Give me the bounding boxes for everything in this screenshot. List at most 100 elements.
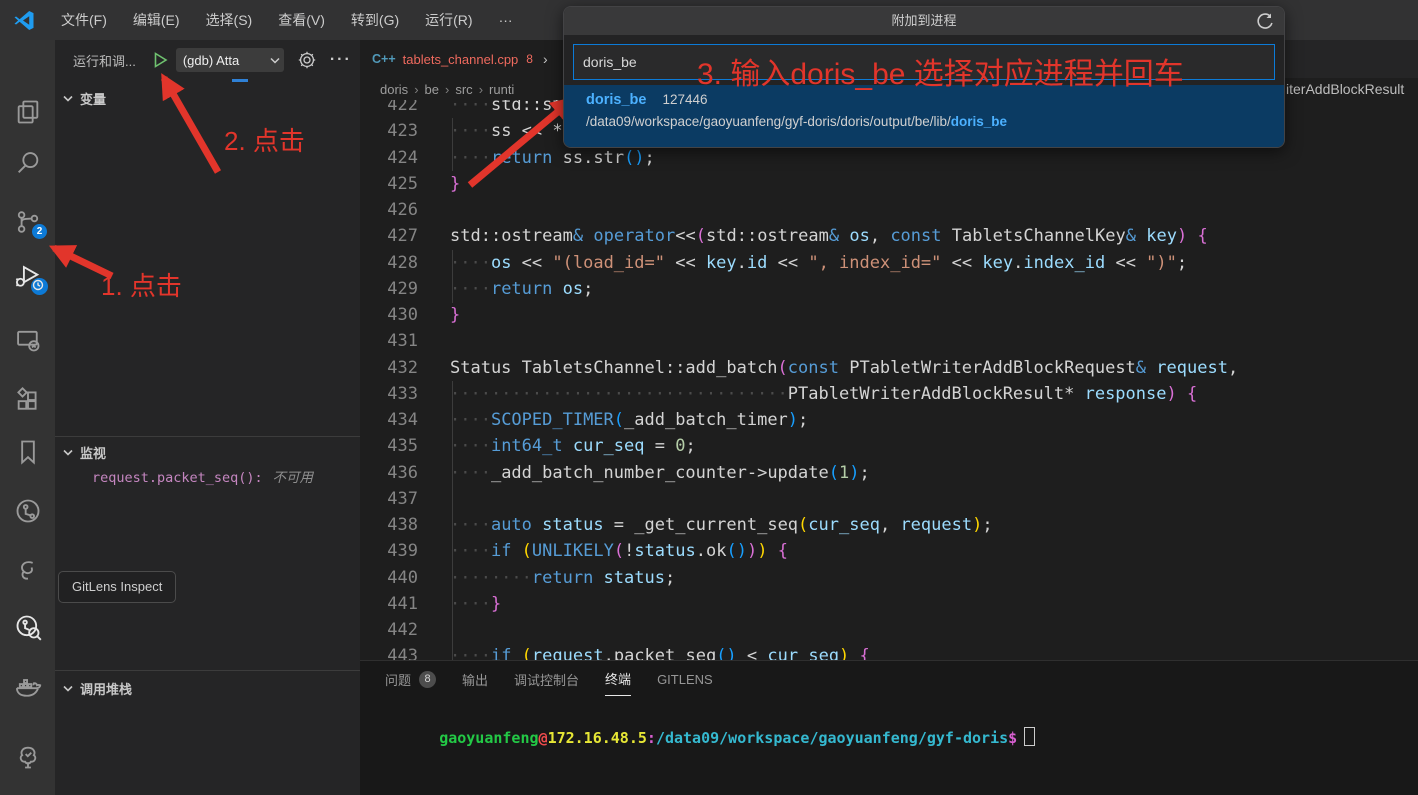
process-pid: 127446 [662,92,707,107]
extensions-icon[interactable] [14,386,42,414]
source-control-icon[interactable]: 2 [14,208,42,236]
breadcrumb-item[interactable]: be [425,82,439,97]
panel-tab-label: GITLENS [657,672,713,687]
code-token: ; [1177,253,1187,273]
breadcrumb-separator-icon: › [414,82,418,97]
menu-item[interactable]: 文件(F) [50,6,118,34]
code-token: , [870,226,890,246]
code-token: . [1013,253,1023,273]
code-token [849,646,859,660]
code-token: << [522,121,553,141]
code-token: & [1136,358,1146,378]
code-token: PTabletWriterAddBlockRequest [849,358,1136,378]
panel-tab-问题[interactable]: 问题8 [385,670,436,696]
watch-expression-row[interactable]: request.packet_seq(): 不可用 [92,466,313,486]
code-token: = [614,515,634,535]
terminal-prompt[interactable]: gaoyuanfeng@172.16.48.5:/data09/workspac… [385,709,1035,765]
gitlens-graph-icon[interactable] [14,557,42,585]
section-divider [55,436,360,437]
code-token: ; [798,410,808,430]
code-token: ································· [450,384,788,404]
explorer-icon[interactable] [14,98,42,126]
menu-item[interactable]: 运行(R) [414,6,483,34]
process-path: /data09/workspace/gaoyuanfeng/gyf-doris/… [586,114,1284,129]
menu-item[interactable]: 转到(G) [340,6,410,34]
code-token [839,226,849,246]
line-number: 439 [360,538,418,564]
code-text: ····} [450,591,501,617]
tab-tablets-channel-cpp[interactable]: C++ tablets_channel.cpp 8 › [360,40,566,78]
panel-tab-输出[interactable]: 输出 [462,670,488,696]
breadcrumb-item[interactable]: src [455,82,472,97]
tab-chevron[interactable]: › [543,51,548,67]
code-line: 439 ····if (UNLIKELY(!status.ok())) { [360,538,1418,565]
project-tree-icon[interactable] [14,743,42,771]
code-token: << [778,253,809,273]
gitlens-icon[interactable] [14,497,42,525]
menu-item[interactable]: 查看(V) [267,6,336,34]
code-token: ; [982,515,992,535]
breadcrumb-item[interactable]: doris [380,82,408,97]
code-token: status [604,568,665,588]
panel-tab-GITLENS[interactable]: GITLENS [657,672,713,694]
process-list-item-selected[interactable]: doris_be 127446 /data09/workspace/gaoyua… [564,85,1284,147]
code-token: :: [665,358,685,378]
code-token: return [532,568,604,588]
section-divider [55,670,360,671]
code-token: response [1085,384,1167,404]
code-token: if [491,541,522,561]
breadcrumb-item[interactable]: runti [489,82,514,97]
code-text: std::ostream& operator<<(std::ostream& o… [450,223,1208,249]
code-text: ····if (request.packet_seq() < cur_seq) … [450,643,870,660]
code-token: << [952,253,983,273]
code-token: ) [839,646,849,660]
code-token: ···· [450,121,491,141]
code-token: ) [747,541,757,561]
debug-config-label: (gdb) Atta [183,53,270,68]
code-line: 441····} [360,591,1418,618]
gitlens-inspect-icon[interactable] [14,613,42,641]
debug-config-dropdown[interactable]: (gdb) Atta [176,48,284,72]
terminal-text-segment: /data09/workspace/gaoyuanfeng/gyf-doris [656,729,1008,747]
code-text: ····if (UNLIKELY(!status.ok())) { [450,538,788,564]
code-token: () [726,541,746,561]
code-token: { [1187,384,1197,404]
docker-icon[interactable] [14,673,42,701]
remote-explorer-icon[interactable] [14,326,42,354]
code-token: str [593,148,624,168]
line-number: 432 [360,355,418,381]
code-token: ···· [450,436,491,456]
code-token: cur_seq [573,436,655,456]
view-more-actions[interactable]: ··· [330,51,352,69]
panel-tab-调试控制台[interactable]: 调试控制台 [514,670,579,696]
code-text: ········return status; [450,565,675,591]
debug-settings-gear-icon[interactable] [298,51,316,69]
code-token: ; [859,463,869,483]
bookmarks-icon[interactable] [14,438,42,466]
panel-tab-终端[interactable]: 终端 [605,669,631,696]
code-token: key [706,253,737,273]
menu-bar: 文件(F)编辑(E)选择(S)查看(V)转到(G)运行(R)··· [50,6,524,34]
refresh-icon[interactable] [1256,12,1274,30]
debug-session-clock-badge [30,277,49,296]
code-token: os [563,279,583,299]
code-token: index_id [1023,253,1115,273]
code-token: ···· [450,594,491,614]
call-stack-section-header[interactable]: 调用堆栈 [55,676,360,700]
variables-section-header[interactable]: 变量 [55,86,360,110]
watch-section-header[interactable]: 监视 [55,440,360,464]
menu-item[interactable]: 选择(S) [195,6,264,34]
code-token: ···· [450,515,491,535]
breadcrumb-separator-icon: › [445,82,449,97]
start-debug-button[interactable] [150,50,170,70]
menu-item[interactable]: ··· [488,8,524,32]
code-editor[interactable]: 422····std::st423····ss << *424····retur… [360,100,1418,660]
line-number: 427 [360,223,418,249]
panel-tab-label: 调试控制台 [514,670,579,689]
run-and-debug-icon[interactable] [14,263,42,291]
menu-item[interactable]: 编辑(E) [122,6,191,34]
search-icon[interactable] [14,149,42,177]
code-token: _add_batch_timer [624,410,788,430]
code-token: ( [614,541,624,561]
variables-section-label: 变量 [80,89,106,108]
